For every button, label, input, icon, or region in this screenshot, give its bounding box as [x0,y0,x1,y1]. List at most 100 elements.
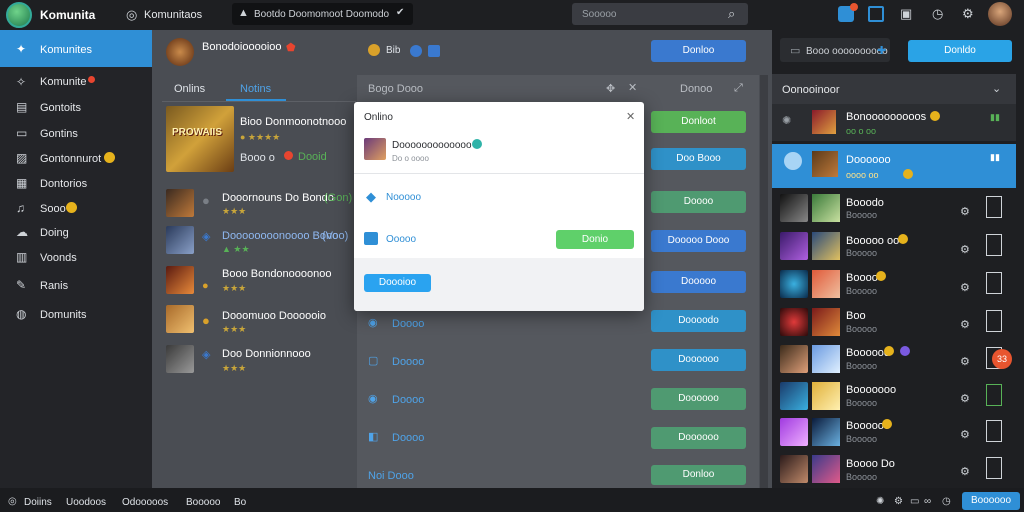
action-button[interactable]: Doooo [651,191,746,213]
action-button[interactable]: Doo Booo [651,148,746,170]
bottom-item[interactable]: Bo [234,497,246,508]
row-avatar [780,455,808,483]
close-icon[interactable]: ✕ [628,81,637,94]
row-thumbnail [812,232,840,260]
right-row-sub: oooo oo [846,170,879,180]
bottom-item[interactable]: Odooooos [122,497,168,508]
bug-icon[interactable]: ✺ [876,496,884,507]
music-icon: ♫ [16,201,25,215]
world-icon: ◍ [16,307,27,321]
gear-icon[interactable]: ⚙ [960,243,970,256]
tab-online[interactable]: Onlins [174,83,205,95]
action-button[interactable]: Dooooo [651,271,746,293]
row-thumbnail [812,382,840,410]
nav-label[interactable]: Komunitaos [144,9,202,21]
action-button[interactable]: Donloot [651,111,746,133]
sidebar-item-label[interactable]: Gontoits [40,102,81,114]
sidebar-item-label[interactable]: Gontins [40,128,78,140]
top-action-button[interactable]: Donldo [908,40,1012,62]
user-sub: Do o oooo [392,154,429,163]
sidebar-item-label[interactable]: Komunite [40,76,86,88]
sidebar-item-label[interactable]: Ranis [40,280,68,292]
list-item[interactable]: Noi Dooo [368,470,414,482]
action-button[interactable]: Doooodo [651,310,746,332]
action-button[interactable]: Doooooo [651,427,746,449]
action-button[interactable]: Dooooo Dooo [651,230,746,252]
gear-icon[interactable]: ⚙ [960,281,970,294]
action-button[interactable]: Donloo [651,465,746,485]
bottom-item[interactable]: Doiins [24,497,52,508]
featured-title: Bioo Donmoonotnooo [240,116,347,128]
chevron-down-icon[interactable]: ⌄ [992,82,1001,95]
sidebar-item-label[interactable]: Doing [40,227,69,239]
modal-option[interactable]: Ooooo [386,234,416,245]
search-icon[interactable]: ⌕ [728,6,735,22]
scrollbar[interactable] [760,75,768,488]
window-icon[interactable] [868,6,884,22]
online-button[interactable]: Donio [556,230,634,249]
pin-icon[interactable]: ✥ [606,82,615,95]
gear-icon[interactable]: ⚙ [960,205,970,218]
right-row-title: Doooooo [846,154,891,166]
featured-thumbnail[interactable] [166,106,234,172]
action-button[interactable]: Doooooo [651,349,746,371]
sidebar-item-label[interactable]: Voonds [40,252,77,264]
send-icon: ◆ [366,189,376,204]
divider [162,101,356,102]
compass-icon[interactable]: ◎ [126,7,137,23]
right-row-selected[interactable] [772,144,1016,188]
row-thumbnail[interactable] [166,345,194,373]
list-item[interactable]: Doooo [392,318,424,330]
app-logo[interactable] [6,2,32,28]
check-icon[interactable]: ✔ [396,7,404,18]
clock-icon[interactable]: ◷ [942,496,951,507]
chat-icon[interactable]: ▭ [910,496,919,507]
gear-icon[interactable]: ⚙ [960,392,970,405]
row-thumbnail[interactable] [166,226,194,254]
gear-icon[interactable]: ⚙ [960,465,970,478]
user-avatar[interactable] [364,138,386,160]
emoji-icon [930,111,940,121]
gear-icon[interactable]: ⚙ [960,428,970,441]
bottom-item[interactable]: Booooo [186,497,220,508]
sidebar-item-label[interactable]: Dontorios [40,178,87,190]
row-thumbnail [812,110,836,134]
bottom-button[interactable]: Boooooo [962,492,1020,510]
brand-name: Komunita [40,8,96,22]
tab-notifications[interactable]: Notins [240,83,271,95]
clock-icon[interactable]: ◷ [932,6,943,22]
gear-icon[interactable]: ⚙ [960,318,970,331]
sidebar-item-label[interactable]: Domunits [40,309,86,321]
layout-icon[interactable]: ▣ [900,6,912,22]
confirm-button[interactable]: Doooioo [364,274,431,292]
star-icon: ✧ [16,75,27,89]
list-item[interactable]: Doooo [392,394,424,406]
download-button[interactable]: Donloo [651,40,746,62]
sidebar-item-label[interactable]: Gontonnurot [40,153,101,165]
row-thumbnail[interactable] [166,305,194,333]
right-header-title: Oonooinoor [782,84,840,96]
modal-option[interactable]: Nooooo [386,192,421,203]
sidebar-item-label[interactable]: Sooo [40,203,66,215]
bottom-item[interactable]: Uoodoos [66,497,106,508]
list-item[interactable]: Doooo [392,432,424,444]
gear-icon[interactable]: ⚙ [960,355,970,368]
add-icon[interactable]: ✚ [877,44,886,57]
emoji-icon [898,234,908,244]
medal-icon: ● [202,313,210,328]
gear-icon[interactable]: ⚙ [962,6,974,22]
action-button[interactable]: Doooooo [651,388,746,410]
grid-icon: ▤ [16,100,28,114]
community-avatar[interactable] [166,38,194,66]
list-item[interactable]: Doooo [392,356,424,368]
settings-icon[interactable]: ⚙ [894,496,903,507]
close-icon[interactable]: ✕ [626,110,635,123]
shield-icon: ⬟ [286,42,296,54]
avatar[interactable] [988,2,1012,26]
link-icon[interactable]: ∞ [924,496,931,507]
row-thumbnail[interactable] [166,189,194,217]
panel-title: Bogo Dooo [368,83,424,95]
expand-icon[interactable]: ⤢ [734,82,743,95]
row-thumbnail[interactable] [166,266,194,294]
featured-logo: PROWAIIS [172,127,223,138]
